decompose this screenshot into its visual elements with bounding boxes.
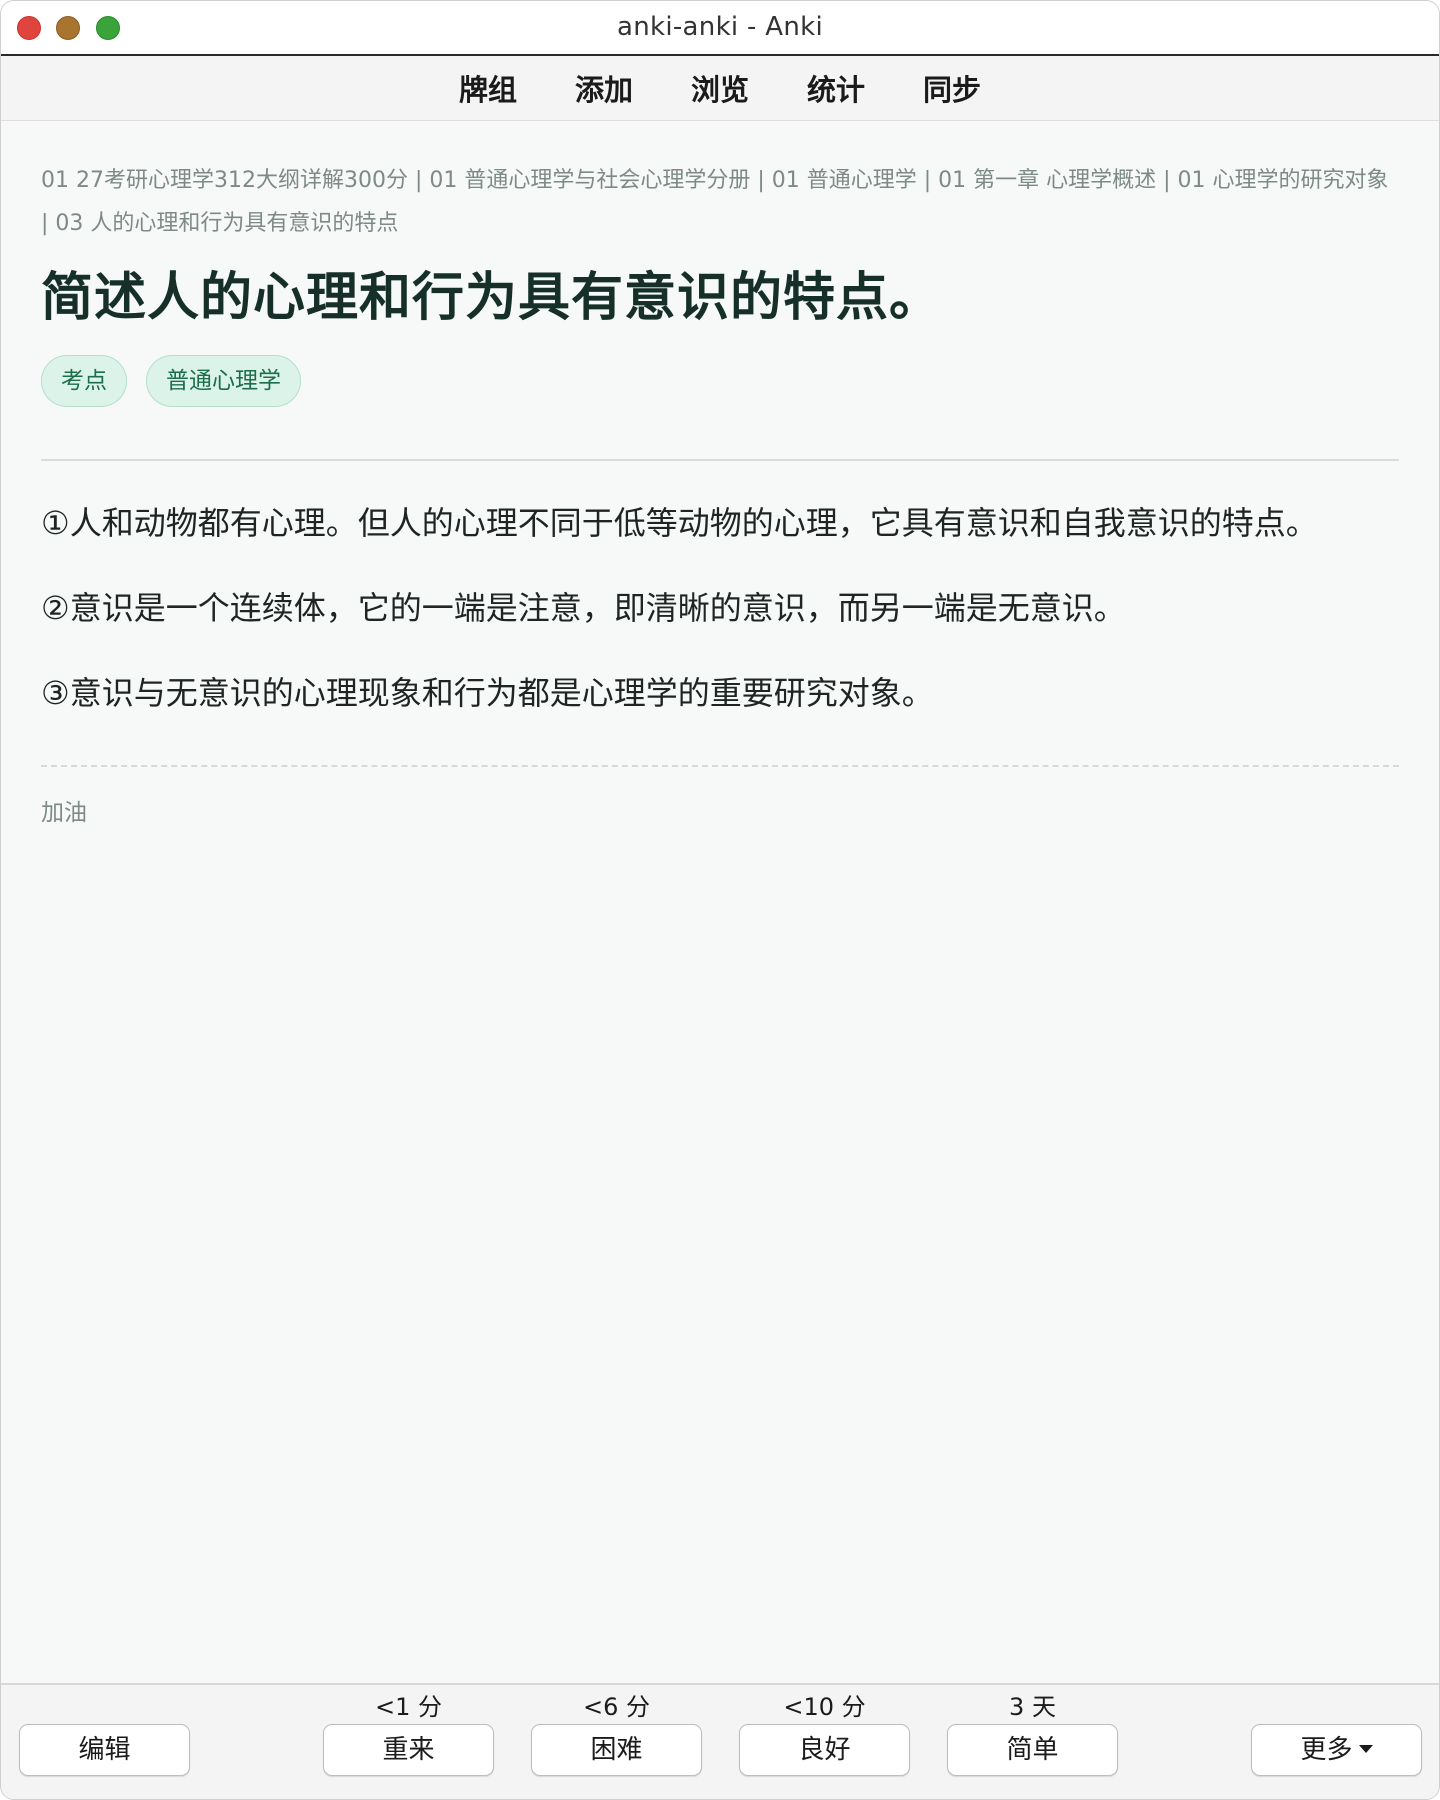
toolbar-browse[interactable]: 浏览 <box>662 67 778 109</box>
again-button[interactable]: 重来 <box>323 1724 494 1776</box>
hard-button[interactable]: 困难 <box>531 1724 702 1776</box>
chevron-down-icon <box>1358 1745 1373 1753</box>
toolbar-sync[interactable]: 同步 <box>894 67 1010 109</box>
answer-point-3: ③意识与无意识的心理现象和行为都是心理学的重要研究对象。 <box>41 674 934 712</box>
card-content: 01 27考研心理学312大纲详解300分 | 01 普通心理学与社会心理学分册… <box>41 121 1399 827</box>
easy-button[interactable]: 简单 <box>947 1724 1118 1776</box>
window-title: anki-anki - Anki <box>616 12 824 42</box>
interval-good: <10 分 <box>783 1693 866 1721</box>
answer-point-1: ①人和动物都有心理。但人的心理不同于低等动物的心理，它具有意识和自我意识的特点。 <box>41 504 1318 542</box>
card-question: 简述人的心理和行为具有意识的特点。 <box>41 268 943 328</box>
review-bottom-bar: 编辑 <1 分 重来 <6 分 困难 <10 分 良好 3 天 简单 更多 <box>1 1683 1439 1799</box>
tag-chip: 考点 <box>41 355 127 407</box>
anki-window: anki-anki - Anki 牌组 添加 浏览 统计 同步 01 27考研心… <box>0 0 1440 1800</box>
toolbar-decks[interactable]: 牌组 <box>430 67 546 109</box>
good-button[interactable]: 良好 <box>739 1724 910 1776</box>
edit-button[interactable]: 编辑 <box>19 1724 190 1776</box>
toolbar-add[interactable]: 添加 <box>546 67 662 109</box>
extra-divider <box>41 765 1399 767</box>
tag-list: 考点 普通心理学 <box>41 355 1399 407</box>
answer-divider <box>41 459 1399 461</box>
more-button-label: 更多 <box>1300 1735 1353 1765</box>
title-bar[interactable]: anki-anki - Anki <box>1 1 1439 56</box>
extra-note: 加油 <box>41 800 87 826</box>
more-button[interactable]: 更多 <box>1251 1724 1422 1776</box>
interval-easy: 3 天 <box>1009 1693 1056 1721</box>
interval-hard: <6 分 <box>582 1693 650 1721</box>
interval-again: <1 分 <box>374 1693 442 1721</box>
tag-chip: 普通心理学 <box>146 355 301 407</box>
answer-point-2: ②意识是一个连续体，它的一端是注意，即清晰的意识，而另一端是无意识。 <box>41 589 1126 627</box>
main-toolbar: 牌组 添加 浏览 统计 同步 <box>1 56 1439 121</box>
toolbar-stats[interactable]: 统计 <box>778 67 894 109</box>
deck-breadcrumb: 01 27考研心理学312大纲详解300分 | 01 普通心理学与社会心理学分册… <box>41 168 1389 236</box>
